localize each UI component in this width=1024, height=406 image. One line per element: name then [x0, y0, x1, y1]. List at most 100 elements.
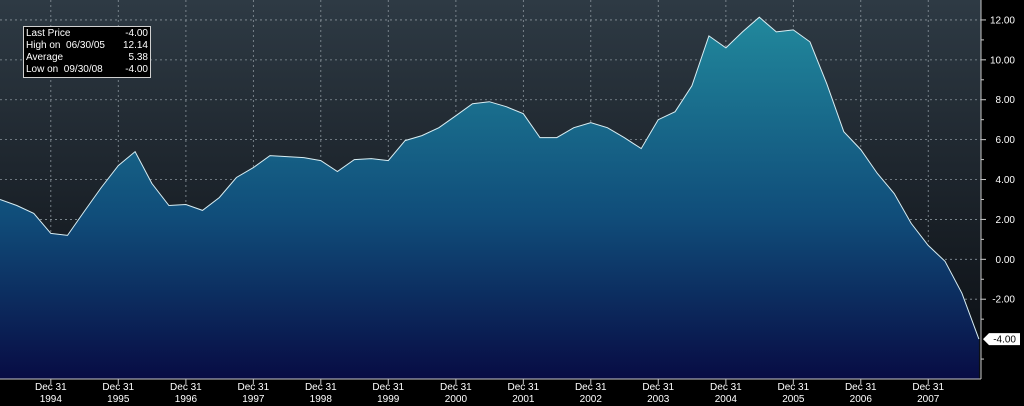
- data-point: [539, 136, 541, 138]
- data-point: [691, 85, 693, 87]
- data-point: [860, 148, 862, 150]
- data-point: [151, 182, 153, 184]
- data-point: [758, 16, 760, 18]
- data-point: [235, 176, 237, 178]
- data-point: [708, 35, 710, 37]
- data-point: [286, 155, 288, 157]
- x-tick-year-label: 1996: [175, 394, 198, 405]
- stats-row-low: Low on 09/30/08 -4.00: [26, 64, 148, 76]
- data-point: [927, 244, 929, 246]
- data-point: [50, 232, 52, 234]
- x-tick-label: Dec 31: [845, 382, 877, 393]
- data-point: [134, 150, 136, 152]
- data-point: [100, 186, 102, 188]
- data-point: [455, 115, 457, 117]
- last-value-label: -4.00: [993, 335, 1016, 346]
- data-point: [269, 154, 271, 156]
- y-tick-label: 12.00: [990, 15, 1015, 26]
- stats-value: 5.38: [128, 52, 148, 63]
- data-point: [741, 31, 743, 33]
- data-point: [556, 136, 558, 138]
- data-point: [370, 157, 372, 159]
- stats-row-high: High on 06/30/05 12.14: [26, 40, 148, 52]
- stats-value: 12.14: [122, 40, 148, 51]
- data-point: [438, 127, 440, 129]
- y-tick-label: -2.00: [992, 295, 1015, 306]
- data-point: [387, 159, 389, 161]
- stats-label: High on 06/30/05: [26, 40, 105, 51]
- data-point: [522, 113, 524, 115]
- x-tick-year-label: 2005: [782, 394, 805, 405]
- x-tick-year-label: 2002: [580, 394, 603, 405]
- data-point: [843, 131, 845, 133]
- x-tick-label: Dec 31: [710, 382, 742, 393]
- data-point: [876, 172, 878, 174]
- data-point: [893, 192, 895, 194]
- chart: 12.00 10.00 8.00 6.00 4.00 2.00 0.00 -2.00 Dec …: [0, 0, 1024, 406]
- data-point: [590, 122, 592, 124]
- data-point: [421, 134, 423, 136]
- data-point: [505, 106, 507, 108]
- data-point: [978, 338, 980, 340]
- y-tick-label: 8.00: [996, 95, 1016, 106]
- y-tick-label: 6.00: [996, 135, 1016, 146]
- data-point: [910, 222, 912, 224]
- data-point: [117, 164, 119, 166]
- data-point: [809, 41, 811, 43]
- data-point: [674, 111, 676, 113]
- x-tick-year-label: 1998: [310, 394, 333, 405]
- x-tick-year-label: 2007: [917, 394, 940, 405]
- stats-label: Average: [26, 52, 64, 63]
- x-tick-label: Dec 31: [170, 382, 202, 393]
- data-point: [826, 83, 828, 85]
- data-point: [201, 209, 203, 211]
- data-point: [488, 101, 490, 103]
- data-point: [640, 147, 642, 149]
- data-point: [944, 260, 946, 262]
- data-point: [218, 196, 220, 198]
- x-tick-label: Dec 31: [35, 382, 67, 393]
- data-point: [623, 136, 625, 138]
- x-tick-label: Dec 31: [440, 382, 472, 393]
- x-tick-year-label: 2004: [715, 394, 738, 405]
- y-tick-label: 10.00: [990, 55, 1015, 66]
- x-tick-year-label: 2006: [850, 394, 873, 405]
- data-point: [792, 29, 794, 31]
- x-tick-label: Dec 31: [305, 382, 337, 393]
- stats-row-average: Average 5.38: [26, 52, 148, 64]
- y-tick-label: 0.00: [996, 255, 1016, 266]
- x-tick-label: Dec 31: [912, 382, 944, 393]
- stats-row-last: Last Price -4.00: [26, 28, 148, 40]
- x-axis-panel: [0, 379, 981, 406]
- last-value-marker: -4.00: [983, 333, 1020, 346]
- data-point: [336, 170, 338, 172]
- stats-value: -4.00: [125, 64, 148, 75]
- x-tick-label: Dec 31: [777, 382, 809, 393]
- data-point: [573, 127, 575, 129]
- stats-legend: Last Price -4.00 High on 06/30/05 12.14 …: [23, 26, 151, 78]
- y-tick-label: 2.00: [996, 215, 1016, 226]
- x-tick-label: Dec 31: [102, 382, 134, 393]
- data-point: [33, 212, 35, 214]
- data-point: [606, 127, 608, 129]
- x-tick-label: Dec 31: [575, 382, 607, 393]
- stats-value: -4.00: [125, 28, 148, 39]
- data-point: [83, 210, 85, 212]
- data-point: [775, 31, 777, 33]
- x-tick-label: Dec 31: [372, 382, 404, 393]
- data-point: [168, 204, 170, 206]
- data-point: [303, 156, 305, 158]
- data-point: [471, 103, 473, 105]
- stats-label: Last Price: [26, 28, 71, 39]
- data-point: [961, 292, 963, 294]
- x-tick-year-label: 1999: [377, 394, 400, 405]
- data-point: [320, 159, 322, 161]
- x-tick-year-label: 2003: [647, 394, 670, 405]
- y-tick-label: 4.00: [996, 175, 1016, 186]
- x-tick-year-label: 1995: [107, 394, 130, 405]
- x-tick-year-label: 2000: [445, 394, 468, 405]
- x-tick-label: Dec 31: [642, 382, 674, 393]
- x-tick-year-label: 1994: [40, 394, 63, 405]
- data-point: [66, 234, 68, 236]
- data-point: [404, 139, 406, 141]
